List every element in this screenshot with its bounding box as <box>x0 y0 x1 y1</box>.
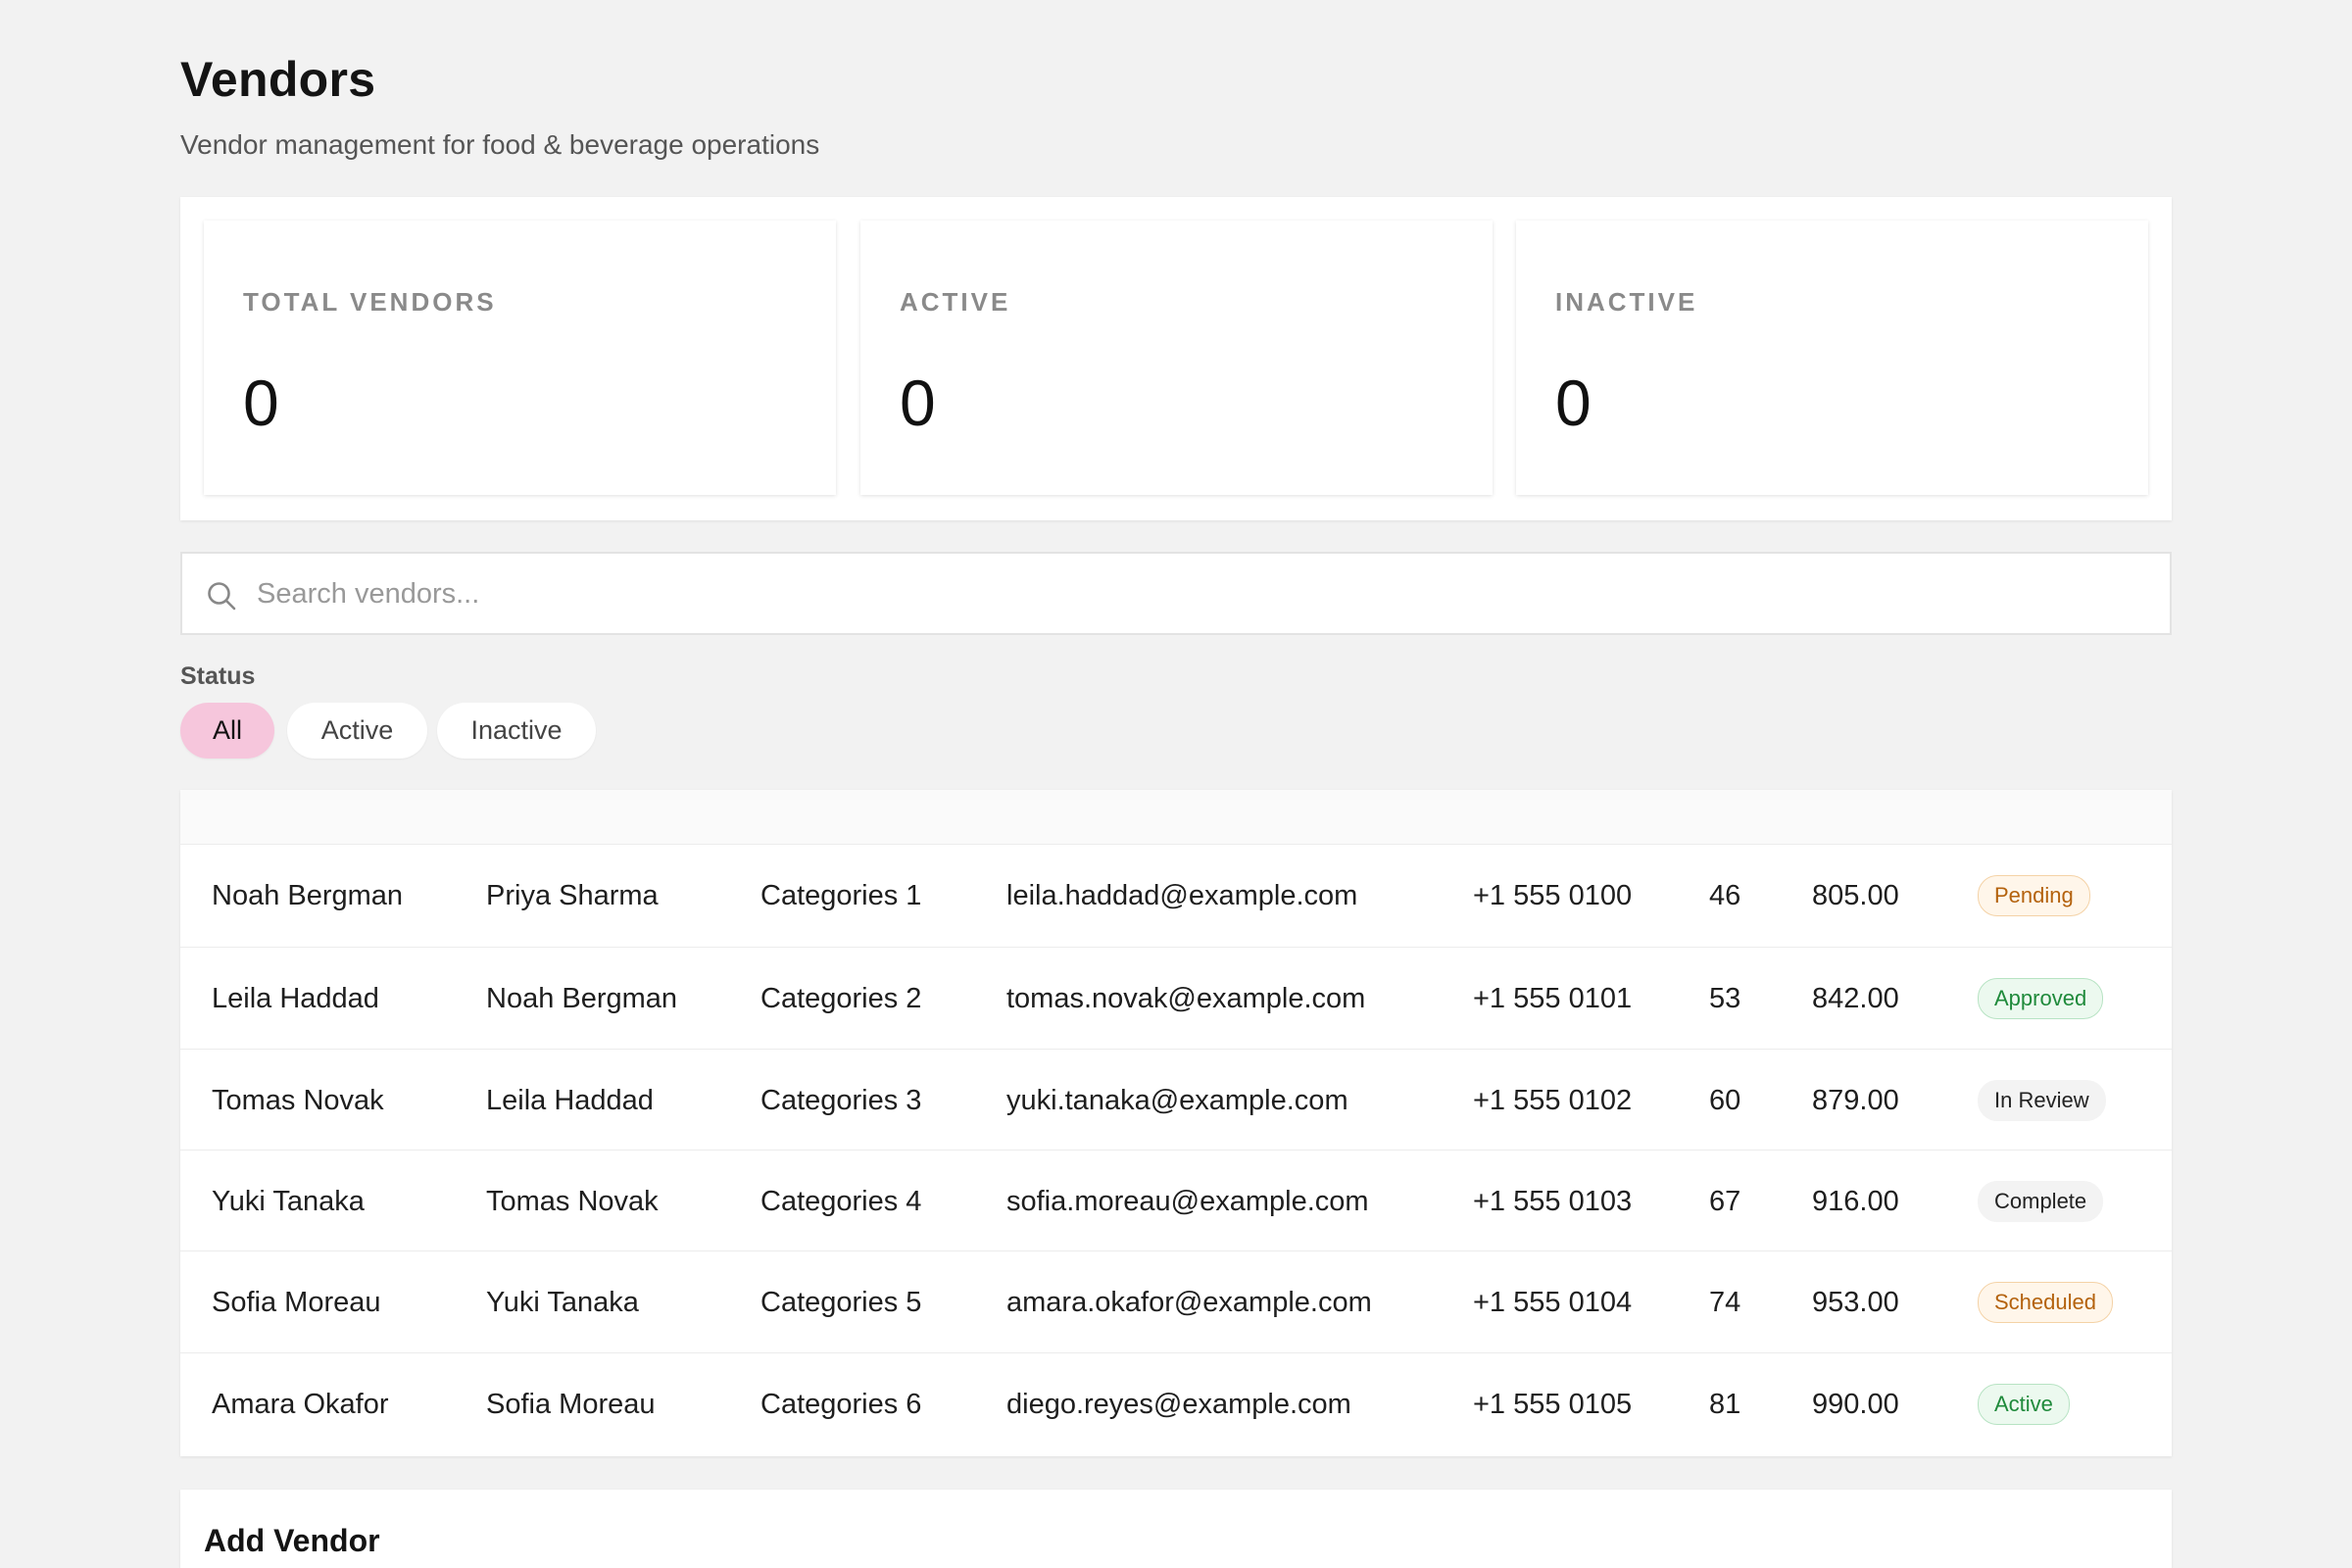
status-badge: Pending <box>1978 875 2090 916</box>
status-badge: Scheduled <box>1978 1282 2113 1323</box>
search-input[interactable] <box>257 567 2138 620</box>
table-header <box>180 790 2172 844</box>
cell-amount: 953.00 <box>1812 1286 1899 1318</box>
cell-email: leila.haddad@example.com <box>1006 879 1358 911</box>
filter-pill-active[interactable]: Active <box>287 703 427 759</box>
cell-email: tomas.novak@example.com <box>1006 982 1366 1014</box>
stat-label-active: ACTIVE <box>900 287 1011 317</box>
cell-email: diego.reyes@example.com <box>1006 1388 1351 1420</box>
status-cell: Complete <box>1978 1151 2104 1252</box>
search-box <box>180 552 2172 635</box>
status-badge: Active <box>1978 1384 2070 1425</box>
cell-category: Categories 5 <box>760 1286 922 1318</box>
cell-count: 74 <box>1709 1286 1741 1318</box>
page-subtitle: Vendor management for food & beverage op… <box>180 129 820 160</box>
cell-category: Categories 6 <box>760 1388 922 1420</box>
vendors-table: Noah Bergman Priya Sharma Categories 1 leil… <box>180 790 2172 1456</box>
cell-amount: 879.00 <box>1812 1084 1899 1116</box>
cell-name: Yuki Tanaka <box>212 1185 365 1217</box>
cell-category: Categories 1 <box>760 879 922 911</box>
filter-pill-inactive[interactable]: Inactive <box>437 703 596 759</box>
cell-phone: +1 555 0100 <box>1473 879 1633 911</box>
status-cell: Scheduled <box>1978 1251 2113 1353</box>
cell-category: Categories 4 <box>760 1185 922 1217</box>
status-cell: Active <box>1978 1353 2070 1455</box>
cell-phone: +1 555 0105 <box>1473 1388 1633 1420</box>
cell-count: 46 <box>1709 879 1741 911</box>
cell-contact: Tomas Novak <box>486 1185 659 1217</box>
cell-category: Categories 2 <box>760 982 922 1014</box>
cell-contact: Yuki Tanaka <box>486 1286 639 1318</box>
cell-phone: +1 555 0101 <box>1473 982 1633 1014</box>
stat-label-inactive: INACTIVE <box>1555 287 1698 317</box>
cell-count: 53 <box>1709 982 1741 1014</box>
cell-amount: 916.00 <box>1812 1185 1899 1217</box>
stat-value-total: 0 <box>243 367 279 439</box>
stat-value-inactive: 0 <box>1555 367 1592 439</box>
status-badge: Approved <box>1978 978 2104 1019</box>
add-vendor-panel: Add Vendor <box>180 1490 2172 1568</box>
cell-count: 60 <box>1709 1084 1741 1116</box>
table-row[interactable]: Leila Haddad Noah Bergman Categories 2 toma… <box>180 947 2172 1049</box>
cell-amount: 805.00 <box>1812 879 1899 911</box>
stat-card-inactive: INACTIVE 0 <box>1516 220 2148 495</box>
cell-count: 67 <box>1709 1185 1741 1217</box>
table-row[interactable]: Amara Okafor Sofia Moreau Categories 6 dieg… <box>180 1352 2172 1454</box>
cell-phone: +1 555 0104 <box>1473 1286 1633 1318</box>
table-row[interactable]: Noah Bergman Priya Sharma Categories 1 leil… <box>180 844 2172 946</box>
cell-name: Amara Okafor <box>212 1388 389 1420</box>
stat-value-active: 0 <box>900 367 936 439</box>
status-cell: Pending <box>1978 845 2090 947</box>
status-cell: In Review <box>1978 1050 2106 1152</box>
status-cell: Approved <box>1978 948 2104 1050</box>
search-icon <box>208 582 236 611</box>
table-row[interactable]: Sofia Moreau Yuki Tanaka Categories 5 amara… <box>180 1250 2172 1352</box>
cell-contact: Noah Bergman <box>486 982 678 1014</box>
cell-phone: +1 555 0103 <box>1473 1185 1633 1217</box>
cell-email: yuki.tanaka@example.com <box>1006 1084 1348 1116</box>
stat-label-total: TOTAL VENDORS <box>243 287 497 317</box>
table-row[interactable]: Tomas Novak Leila Haddad Categories 3 yuki.… <box>180 1049 2172 1151</box>
cell-phone: +1 555 0102 <box>1473 1084 1633 1116</box>
cell-name: Leila Haddad <box>212 982 379 1014</box>
cell-contact: Leila Haddad <box>486 1084 654 1116</box>
stats-panel: TOTAL VENDORS 0 ACTIVE 0 INACTIVE 0 <box>180 197 2172 520</box>
cell-amount: 842.00 <box>1812 982 1899 1014</box>
cell-category: Categories 3 <box>760 1084 922 1116</box>
filter-pill-all[interactable]: All <box>180 703 274 759</box>
table-row[interactable]: Yuki Tanaka Tomas Novak Categories 4 sofia.… <box>180 1150 2172 1251</box>
status-badge: Complete <box>1978 1181 2104 1222</box>
cell-contact: Priya Sharma <box>486 879 659 911</box>
cell-name: Noah Bergman <box>212 879 404 911</box>
status-badge: In Review <box>1978 1080 2106 1121</box>
cell-name: Tomas Novak <box>212 1084 384 1116</box>
cell-email: amara.okafor@example.com <box>1006 1286 1372 1318</box>
add-vendor-title: Add Vendor <box>204 1523 380 1558</box>
stat-card-active: ACTIVE 0 <box>860 220 1493 495</box>
status-filter-label: Status <box>180 662 256 690</box>
page-title: Vendors <box>180 52 376 107</box>
cell-name: Sofia Moreau <box>212 1286 381 1318</box>
cell-contact: Sofia Moreau <box>486 1388 656 1420</box>
cell-email: sofia.moreau@example.com <box>1006 1185 1369 1217</box>
stat-card-total: TOTAL VENDORS 0 <box>204 220 836 495</box>
cell-amount: 990.00 <box>1812 1388 1899 1420</box>
cell-count: 81 <box>1709 1388 1741 1420</box>
